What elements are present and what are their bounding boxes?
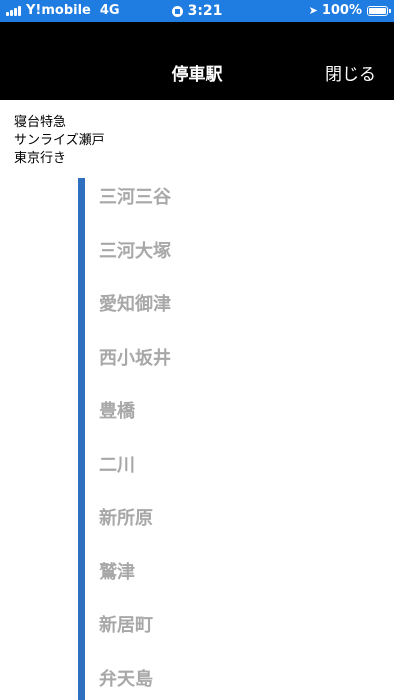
navigation-bar: 停車駅 閉じる [0,22,394,100]
train-info: 寝台特急 サンライズ瀬戸 東京行き [14,114,105,168]
status-left: Y!mobile 4G [6,3,120,18]
station-item[interactable]: 三河三谷 [99,183,171,209]
station-item[interactable]: 豊橋 [99,397,135,423]
battery-icon [367,5,391,16]
station-item[interactable]: 二川 [99,451,135,477]
station-item[interactable]: 三河大塚 [99,237,171,263]
station-item[interactable]: 新所原 [99,504,153,530]
station-item[interactable]: 西小坂井 [99,344,171,370]
battery-percent: 100% [321,3,362,18]
close-button[interactable]: 閉じる [325,60,376,85]
route-timeline-bar [78,178,85,700]
train-name: サンライズ瀬戸 [14,133,105,148]
station-item[interactable]: 鷲津 [99,558,135,584]
network-type: 4G [99,3,120,18]
status-bar: Y!mobile 4G 3:21 ➤ 100% [0,0,394,22]
station-item[interactable]: 愛知御津 [99,290,171,316]
status-right: ➤ 100% [308,3,391,18]
rotation-lock-icon [171,5,183,17]
station-item[interactable]: 新居町 [99,611,153,637]
clock: 3:21 [187,3,223,19]
signal-icon [6,5,22,16]
train-destination: 東京行き [14,151,67,166]
train-type: 寝台特急 [14,115,67,130]
location-arrow-icon: ➤ [308,4,318,17]
carrier-name: Y!mobile [26,3,91,18]
station-item[interactable]: 弁天島 [99,665,153,691]
